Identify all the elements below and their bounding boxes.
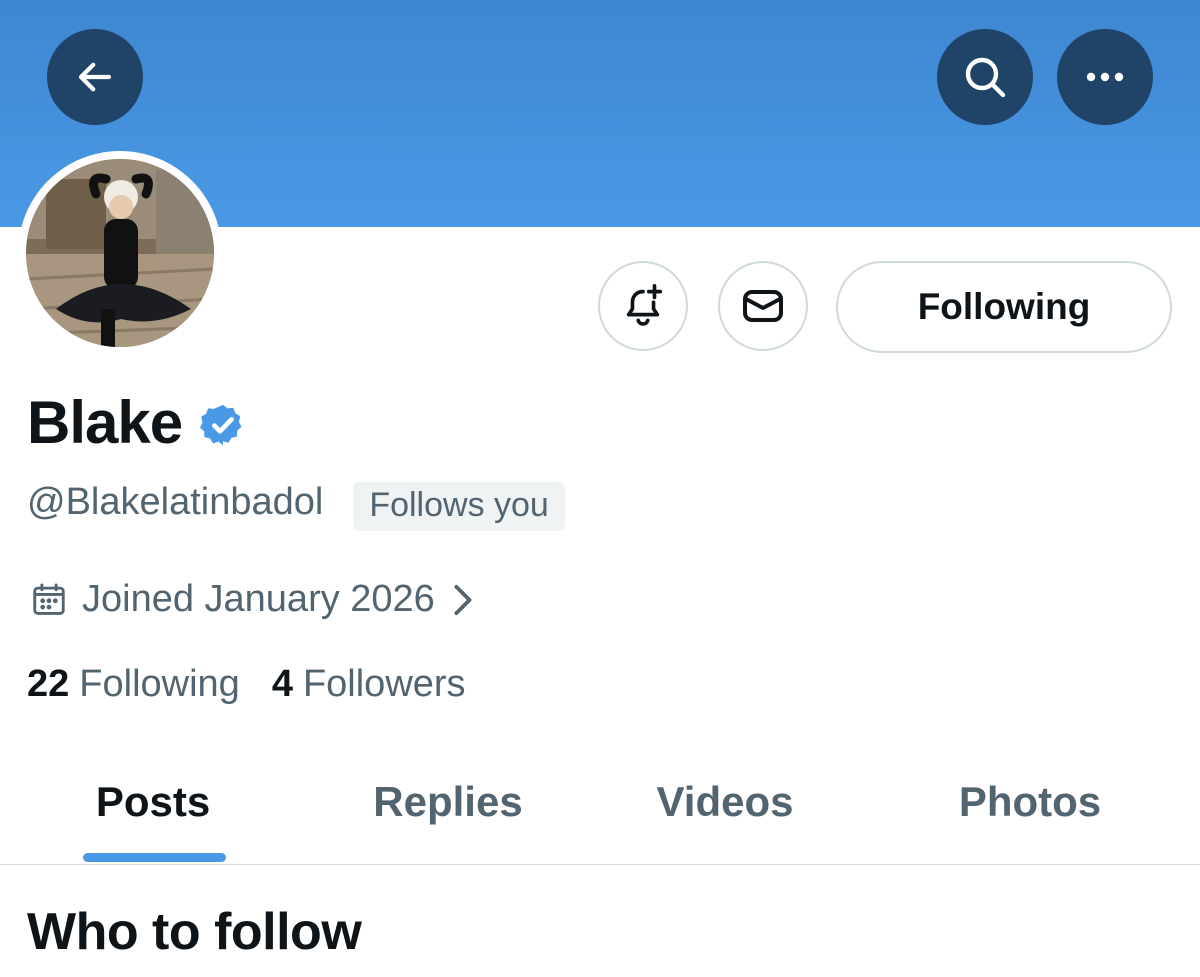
envelope-icon (743, 290, 783, 322)
avatar[interactable] (26, 159, 214, 347)
user-handle: @Blakelatinbadol (27, 481, 324, 523)
who-to-follow-heading: Who to follow (27, 903, 362, 961)
followers-count: 4 (271, 663, 293, 705)
tab-videos[interactable]: Videos (610, 740, 840, 864)
bell-plus-icon (626, 284, 663, 326)
name-row: Blake (27, 388, 246, 457)
tab-posts[interactable]: Posts (40, 740, 266, 864)
arrow-left-icon (78, 62, 112, 92)
following-button[interactable]: Following (836, 261, 1172, 353)
search-icon (965, 57, 1006, 98)
profile-tabs: Posts Replies Videos Photos (0, 740, 1200, 865)
handle-row: @Blakelatinbadol Follows you (27, 474, 565, 531)
joined-date[interactable]: Joined January 2026 (30, 578, 475, 621)
avatar-image (26, 159, 214, 347)
tab-photos[interactable]: Photos (900, 740, 1160, 864)
tab-replies[interactable]: Replies (330, 740, 566, 864)
joined-label: Joined January 2026 (82, 578, 435, 620)
message-button[interactable] (718, 261, 808, 351)
calendar-icon (33, 583, 65, 615)
follow-stats: 22 Following 4 Followers (27, 663, 466, 706)
chevron-right-icon (454, 584, 472, 615)
verified-badge-icon[interactable] (200, 402, 246, 448)
notify-button[interactable] (598, 261, 688, 351)
more-horizontal-icon (1086, 72, 1124, 82)
following-stat-label: Following (79, 663, 240, 705)
search-button[interactable] (937, 29, 1033, 125)
followers-stat[interactable]: 4 Followers (272, 663, 466, 706)
display-name: Blake (27, 389, 183, 456)
back-button[interactable] (47, 29, 143, 125)
followers-stat-label: Followers (302, 663, 466, 705)
active-tab-indicator (83, 853, 226, 862)
following-count: 22 (27, 663, 70, 705)
more-options-button[interactable] (1057, 29, 1153, 125)
following-stat[interactable]: 22 Following (27, 663, 240, 706)
follows-you-badge: Follows you (353, 482, 565, 531)
